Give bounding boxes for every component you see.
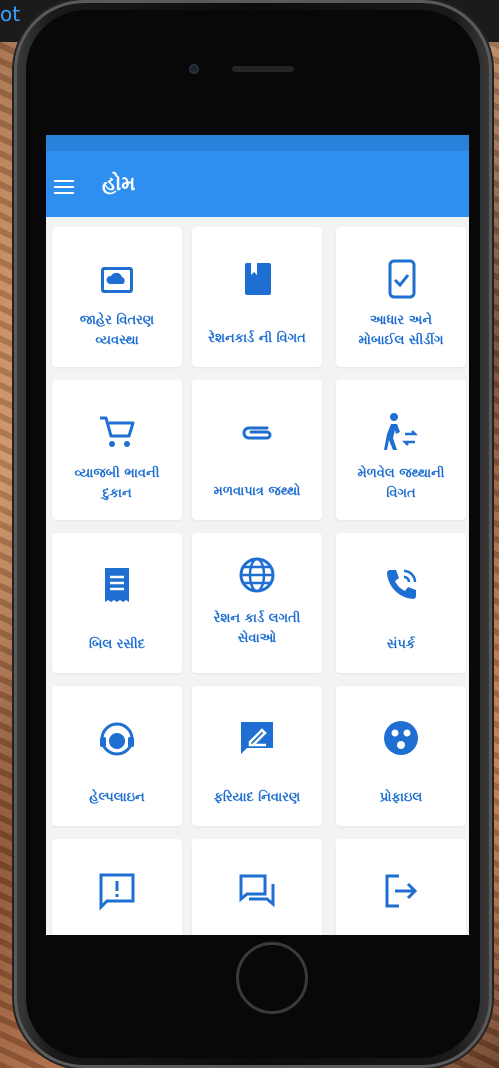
tile-label: ફરિયાદ નિવારણ: [213, 790, 301, 805]
tile-label: રેશન કાર્ડ લગતી સેવાઓ: [213, 611, 301, 646]
profile-icon: [381, 718, 421, 758]
hamburger-menu-icon[interactable]: [54, 180, 74, 196]
phone-check-icon: [381, 259, 421, 299]
tile-helpline[interactable]: હેલ્પલાઇન: [52, 686, 182, 826]
tile-label: બિલ રસીદ: [89, 637, 145, 652]
cart-icon: [97, 412, 137, 452]
front-camera: [189, 64, 199, 74]
receipt-icon: [97, 565, 137, 605]
tile-forum[interactable]: [192, 839, 322, 935]
top-corner-text: ot: [0, 2, 21, 26]
tile-label: મેળવેલ જથ્થાની વિગત: [357, 466, 445, 501]
logout-icon: [381, 871, 421, 911]
paperclip-icon: [237, 412, 277, 452]
tile-bill-receipt[interactable]: બિલ રસીદ: [52, 533, 182, 673]
tile-label: જાહેર વિતરણ વ્યવસ્થા: [79, 313, 155, 348]
tile-alert[interactable]: [52, 839, 182, 935]
tile-label: પ્રોફાઇલ: [379, 790, 423, 805]
globe-icon: [237, 555, 277, 595]
tile-fair-price-shop[interactable]: વ્યાજબી ભાવની દુકાન: [52, 380, 182, 520]
phone-call-icon: [381, 565, 421, 605]
cloud-card-icon: [97, 259, 137, 299]
tile-contact[interactable]: સંપર્ક: [336, 533, 466, 673]
tile-ration-card-details[interactable]: રેશનકાર્ડ ની વિગત: [192, 227, 322, 367]
book-icon: [237, 259, 277, 299]
tile-ration-card-services[interactable]: રેશન કાર્ડ લગતી સેવાઓ: [192, 533, 322, 673]
home-button[interactable]: [236, 942, 308, 1014]
tile-label: વ્યાજબી ભાવની દુકાન: [74, 466, 160, 501]
alert-message-icon: [97, 871, 137, 911]
tile-profile[interactable]: પ્રોફાઇલ: [336, 686, 466, 826]
tile-label: આધાર અને મોબાઈલ સીડીંગ: [358, 313, 444, 348]
tile-label: સંપર્ક: [386, 637, 416, 652]
feedback-icon: [237, 718, 277, 758]
tile-public-distribution[interactable]: જાહેર વિતરણ વ્યવસ્થા: [52, 227, 182, 367]
tile-received-quantity[interactable]: મેળવેલ જથ્થાની વિગત: [336, 380, 466, 520]
earpiece-speaker: [232, 66, 294, 72]
tile-grievance-redressal[interactable]: ફરિયાદ નિવારણ: [192, 686, 322, 826]
tile-label: હેલ્પલાઇન: [89, 790, 145, 805]
app-bar: હોમ: [46, 135, 469, 217]
tile-label: રેશનકાર્ડ ની વિગત: [208, 331, 306, 346]
tile-logout[interactable]: [336, 839, 466, 935]
forum-icon: [237, 871, 277, 911]
page-title: હોમ: [102, 171, 136, 195]
tile-label: મળવાપાત્ર જથ્થો: [213, 484, 301, 499]
tile-eligible-quantity[interactable]: મળવાપાત્ર જથ્થો: [192, 380, 322, 520]
headset-icon: [97, 718, 137, 758]
walk-icon: [381, 412, 421, 452]
status-bar: [46, 135, 469, 151]
tile-aadhaar-seeding[interactable]: આધાર અને મોબાઈલ સીડીંગ: [336, 227, 466, 367]
app-screen: હોમ જાહેર વિતરણ વ્યવસ્થા રેશનકાર્ડ ની વિ…: [46, 135, 469, 935]
